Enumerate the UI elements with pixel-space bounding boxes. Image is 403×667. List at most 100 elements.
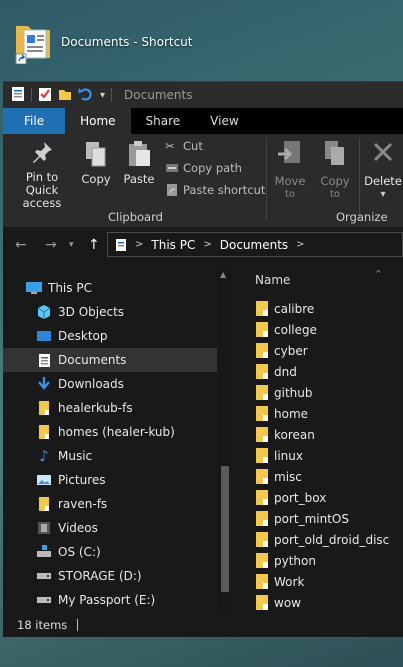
folder-icon [256, 532, 268, 547]
scroll-up-arrow-icon[interactable]: ▲ [220, 270, 226, 279]
item-count: 18 items [17, 617, 68, 632]
up-arrow-icon[interactable]: ↑ [88, 237, 100, 253]
scissors-icon: ✂ [165, 139, 175, 153]
pin-to-quick-access-button[interactable]: Pin to Quick access [7, 140, 77, 210]
move-to-icon [278, 141, 300, 163]
file-list: ^ Name calibre college cyber dnd github home k… [233, 268, 403, 613]
undo-icon[interactable] [78, 87, 94, 104]
scrollbar-thumb[interactable] [221, 466, 229, 592]
file-row[interactable]: dnd [255, 361, 297, 382]
copy-to-button[interactable]: Copy to [317, 138, 353, 201]
file-row[interactable]: home [255, 403, 308, 424]
document-properties-icon[interactable] [11, 86, 25, 105]
tab-share[interactable]: Share [131, 108, 196, 134]
tab-home[interactable]: Home [65, 108, 131, 134]
breadcrumb-documents[interactable]: Documents [220, 238, 288, 252]
file-name: wow [274, 595, 301, 610]
file-row[interactable]: college [255, 319, 317, 340]
tree-item-desktop[interactable]: Desktop [3, 324, 217, 348]
folder-icon [35, 496, 53, 512]
folder-icon [256, 511, 268, 526]
status-bar: 18 items [3, 612, 403, 637]
file-name: calibre [274, 301, 315, 316]
folder-icon [256, 427, 268, 442]
tree-item-downloads[interactable]: Downloads [3, 372, 217, 396]
breadcrumb-this-pc[interactable]: This PC [151, 238, 195, 252]
file-row[interactable]: linux [255, 445, 303, 466]
file-row[interactable]: python [255, 550, 316, 571]
desktop-icon [35, 328, 53, 344]
customize-toolbar-icon[interactable]: ▾ [100, 90, 105, 101]
copy-path-button[interactable]: Copy path [165, 161, 242, 175]
file-name: korean [274, 427, 315, 442]
file-row[interactable]: github [255, 382, 312, 403]
file-name: misc [274, 469, 302, 484]
tree-item-my-passport-e[interactable]: My Passport (E:) [3, 588, 217, 612]
tree-item-documents[interactable]: Documents [3, 348, 217, 372]
navigation-scrollbar[interactable]: ▲ [217, 268, 232, 613]
tree-item-raven-fs[interactable]: raven-fs [3, 492, 217, 516]
file-name: home [274, 406, 309, 421]
column-header-name[interactable]: Name [255, 273, 290, 287]
properties-check-icon[interactable] [38, 86, 52, 105]
tab-view[interactable]: View [195, 108, 253, 134]
tree-item-music[interactable]: ♪ Music [3, 444, 217, 468]
folder-icon [256, 448, 268, 463]
file-row[interactable]: korean [255, 424, 315, 445]
paste-shortcut-button[interactable]: Paste shortcut [165, 183, 265, 197]
download-icon [35, 376, 53, 392]
file-name: dnd [274, 364, 297, 379]
recent-locations-icon[interactable]: ▾ [69, 240, 74, 250]
tree-item-storage-d[interactable]: STORAGE (D:) [3, 564, 217, 588]
file-name: port_mintOS [274, 511, 349, 526]
file-row[interactable]: misc [255, 466, 302, 487]
shortcut-label: Documents - Shortcut [61, 35, 193, 49]
tree-item-this-pc[interactable]: This PC [3, 276, 217, 300]
folder-icon [256, 595, 268, 610]
file-row[interactable]: wow [255, 592, 301, 613]
music-icon: ♪ [39, 447, 49, 465]
videos-icon [35, 520, 53, 536]
tab-file[interactable]: File [3, 108, 66, 134]
clipboard-group-label: Clipboard [108, 210, 163, 224]
tree-item-healerkub-fs[interactable]: healerkub-fs [3, 396, 217, 420]
move-to-button[interactable]: Move to [273, 138, 307, 201]
file-name: linux [274, 448, 303, 463]
folder-icon [256, 553, 268, 568]
pc-icon [25, 280, 43, 296]
documents-shortcut-icon[interactable] [14, 20, 52, 65]
tree-item-videos[interactable]: Videos [3, 516, 217, 540]
forward-arrow-icon[interactable]: → [45, 237, 57, 253]
tree-item-os-c[interactable]: OS (C:) [3, 540, 217, 564]
documents-location-icon [116, 238, 126, 251]
ribbon-home: Pin to Quick access Copy Paste ✂ Cut Cop… [3, 134, 403, 227]
file-row[interactable]: port_old_droid_disc [255, 529, 389, 550]
file-row[interactable]: calibre [255, 298, 314, 319]
file-name: Work [274, 574, 305, 589]
back-arrow-icon[interactable]: ← [15, 237, 27, 253]
file-name: github [274, 385, 313, 400]
tree-item-homes-healer-kub[interactable]: homes (healer-kub) [3, 420, 217, 444]
cut-button[interactable]: ✂ Cut [165, 139, 203, 153]
copy-button[interactable]: Copy [81, 140, 111, 186]
address-bar[interactable]: > This PC > Documents > [107, 232, 403, 257]
file-row[interactable]: Work [255, 571, 304, 592]
folder-icon [256, 469, 268, 484]
file-row[interactable]: cyber [255, 340, 308, 361]
delete-button[interactable]: Delete ▾ [364, 138, 402, 201]
folder-icon [256, 364, 268, 379]
tree-item-3d-objects[interactable]: 3D Objects [3, 300, 217, 324]
file-row[interactable]: port_box [255, 487, 326, 508]
file-row[interactable]: port_mintOS [255, 508, 349, 529]
ribbon-tabs: File Home Share View [3, 108, 403, 134]
paste-button[interactable]: Paste [123, 140, 155, 186]
new-folder-icon[interactable] [58, 87, 72, 104]
copy-icon [86, 142, 106, 167]
drive-icon [35, 592, 53, 608]
folder-icon [256, 301, 268, 316]
tree-item-pictures[interactable]: Pictures [3, 468, 217, 492]
folder-icon [256, 343, 268, 358]
folder-icon [256, 385, 268, 400]
navigation-pane: This PC 3D Objects Desktop Documents Dow… [3, 276, 217, 612]
documents-icon [35, 352, 53, 368]
